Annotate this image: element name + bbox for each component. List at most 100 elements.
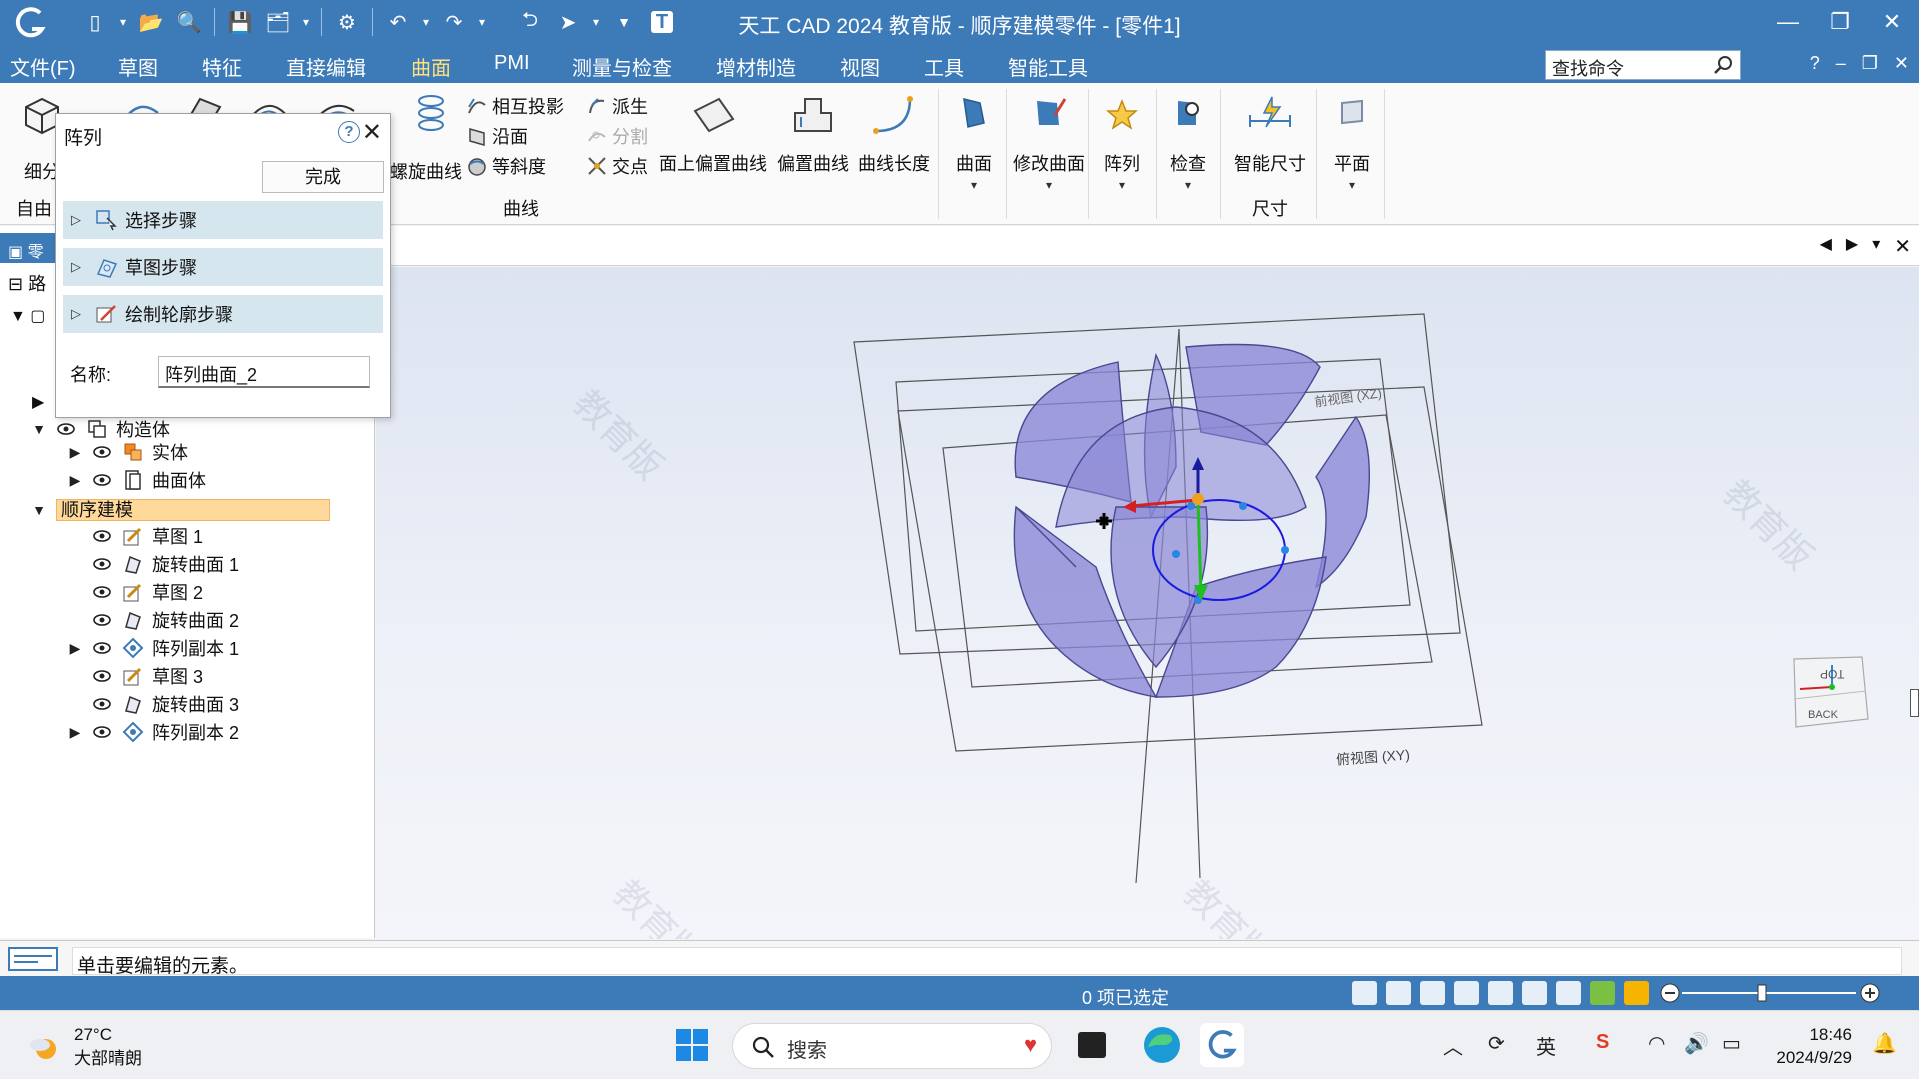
tree-root-row[interactable]: ▼ ▢ <box>10 306 45 326</box>
fit-icon[interactable] <box>1454 981 1479 1005</box>
menu-sketch[interactable]: 草图 <box>118 52 158 81</box>
close-button[interactable]: ✕ <box>1875 6 1909 38</box>
modify-surface-button[interactable]: 修改曲面 ▾ <box>1012 91 1086 192</box>
eye-icon[interactable] <box>92 470 112 490</box>
intersect-project-button[interactable]: 相互投影 <box>466 93 564 119</box>
name-input[interactable]: 阵列曲面_2 <box>158 356 370 388</box>
expand-icon[interactable]: ▷ <box>71 212 89 228</box>
tree-item-revolve-2[interactable]: 旋转曲面 2 <box>92 607 239 633</box>
weather-widget[interactable]: 27°C 大部晴朗 <box>26 1023 142 1071</box>
viewport-scroll-handle[interactable] <box>1910 689 1919 717</box>
tab-scroll-left-icon[interactable]: ◀ <box>1820 234 1832 259</box>
modify-surface-dropdown-icon[interactable]: ▾ <box>1012 178 1086 192</box>
pattern-button[interactable]: 阵列 ▾ <box>1096 91 1148 192</box>
display-style-icon[interactable] <box>1590 981 1615 1005</box>
inspect-button[interactable]: 检查 ▾ <box>1162 91 1214 192</box>
view-cube[interactable]: TOP BACK <box>1786 647 1876 737</box>
rotate-icon[interactable] <box>1522 981 1547 1005</box>
menu-pmi[interactable]: PMI <box>494 52 530 75</box>
notification-bell-icon[interactable]: 🔔 <box>1872 1031 1897 1056</box>
tiangong-cad-taskbar-icon[interactable] <box>1200 1023 1244 1067</box>
sync-icon[interactable]: ⟳ <box>1488 1031 1505 1056</box>
eye-icon[interactable] <box>92 694 112 714</box>
tab-list-dropdown-icon[interactable]: ▾ <box>1872 234 1880 259</box>
battery-icon[interactable]: ▭ <box>1722 1031 1741 1056</box>
expand-icon[interactable]: ▶ <box>66 640 84 657</box>
zoom-slider[interactable] <box>1660 982 1880 1004</box>
curve-length-button[interactable]: 曲线长度 <box>856 91 932 176</box>
done-button[interactable]: 完成 <box>262 161 384 193</box>
menu-tools[interactable]: 工具 <box>924 52 964 81</box>
eye-icon[interactable] <box>92 442 112 462</box>
tree-item-surface-body[interactable]: ▶ 曲面体 <box>66 467 206 493</box>
tree-item-sketch-3[interactable]: 草图 3 <box>92 663 203 689</box>
tray-overflow-icon[interactable]: ︿ <box>1443 1031 1463 1060</box>
tree-item-solid[interactable]: ▶ 实体 <box>66 439 188 465</box>
tree-item-revolve-1[interactable]: 旋转曲面 1 <box>92 551 239 577</box>
close-document-icon[interactable]: ✕ <box>1894 234 1911 259</box>
inspect-dropdown-icon[interactable]: ▾ <box>1162 178 1214 192</box>
plane-dropdown-icon[interactable]: ▾ <box>1326 178 1378 192</box>
expand-icon[interactable]: ▶ <box>66 444 84 461</box>
expand-icon[interactable]: ▷ <box>71 306 89 322</box>
along-face-button[interactable]: 沿面 <box>466 123 528 149</box>
select-step-row[interactable]: ▷ 选择步骤 <box>63 201 383 239</box>
isocline-button[interactable]: 等斜度 <box>466 153 546 179</box>
tab-scroll-right-icon[interactable]: ▶ <box>1846 234 1858 259</box>
sogou-icon[interactable]: S <box>1596 1031 1609 1054</box>
split-button[interactable]: 分割 <box>586 123 648 149</box>
menu-direct-edit[interactable]: 直接编辑 <box>286 52 366 81</box>
intersection-button[interactable]: 交点 <box>586 153 648 179</box>
wifi-icon[interactable]: ◠ <box>1648 1031 1665 1056</box>
collapse-icon[interactable]: ▼ <box>30 421 48 437</box>
eye-icon[interactable] <box>92 722 112 742</box>
menu-file[interactable]: 文件(F) <box>10 52 76 81</box>
expand-icon[interactable]: ▷ <box>71 259 89 275</box>
surface-dropdown-icon[interactable]: ▾ <box>948 178 1000 192</box>
command-prompt-icon[interactable] <box>8 946 58 972</box>
ribbon-restore-icon[interactable]: ❐ <box>1862 53 1878 74</box>
offset-on-face-button[interactable]: 面上偏置曲线 <box>658 91 768 176</box>
dialog-close-icon[interactable]: ✕ <box>362 118 382 147</box>
menu-additive[interactable]: 增材制造 <box>716 52 796 81</box>
pathfinder-tab[interactable]: ▣ 零 <box>0 233 56 263</box>
menu-feature[interactable]: 特征 <box>202 52 242 81</box>
ribbon-minimize-icon[interactable]: – <box>1836 53 1846 74</box>
tree-item-sketch-2[interactable]: 草图 2 <box>92 579 203 605</box>
eye-icon[interactable] <box>92 582 112 602</box>
collapse-icon[interactable]: ▼ <box>30 502 48 518</box>
restore-button[interactable]: ❐ <box>1823 6 1857 38</box>
smart-dimension-button[interactable]: 智能尺寸 <box>1232 91 1308 176</box>
menu-smart-tools[interactable]: 智能工具 <box>1008 52 1088 81</box>
view-camera-icon[interactable] <box>1352 981 1377 1005</box>
tree-collapsed-row[interactable]: ▶ <box>32 392 44 412</box>
edge-browser-icon[interactable] <box>1140 1023 1184 1067</box>
draw-profile-step-row[interactable]: ▷ 绘制轮廓步骤 <box>63 295 383 333</box>
path-tab[interactable]: ⊟ 路 <box>8 270 46 296</box>
tree-item-revolve-3[interactable]: 旋转曲面 3 <box>92 691 239 717</box>
eye-icon[interactable] <box>56 419 76 439</box>
eye-icon[interactable] <box>92 526 112 546</box>
minimize-button[interactable]: — <box>1771 6 1805 38</box>
zoom-icon[interactable] <box>1420 981 1445 1005</box>
eye-icon[interactable] <box>92 610 112 630</box>
windows-start-icon[interactable] <box>670 1023 714 1067</box>
tree-item-sequential-modeling[interactable]: ▼ 顺序建模 <box>30 497 330 523</box>
eye-icon[interactable] <box>92 554 112 574</box>
color-style-icon[interactable] <box>1624 981 1649 1005</box>
taskbar-search[interactable]: 搜索 ♥ <box>732 1023 1052 1069</box>
model-scene[interactable] <box>376 267 1919 939</box>
zoom-area-icon[interactable] <box>1386 981 1411 1005</box>
ime-indicator[interactable]: 英 <box>1536 1031 1556 1060</box>
eye-icon[interactable] <box>92 638 112 658</box>
tree-item-pattern-copy-2[interactable]: ▶ 阵列副本 2 <box>66 719 239 745</box>
help-icon[interactable]: ? <box>338 121 360 143</box>
offset-curve-button[interactable]: 偏置曲线 <box>776 91 850 176</box>
derive-button[interactable]: 派生 <box>586 93 648 119</box>
plane-button[interactable]: 平面 ▾ <box>1326 91 1378 192</box>
command-search-input[interactable]: 查找命令 <box>1545 50 1741 80</box>
pattern-dropdown-icon[interactable]: ▾ <box>1096 178 1148 192</box>
tree-item-sketch-1[interactable]: 草图 1 <box>92 523 203 549</box>
view-orient-icon[interactable] <box>1556 981 1581 1005</box>
pan-icon[interactable] <box>1488 981 1513 1005</box>
